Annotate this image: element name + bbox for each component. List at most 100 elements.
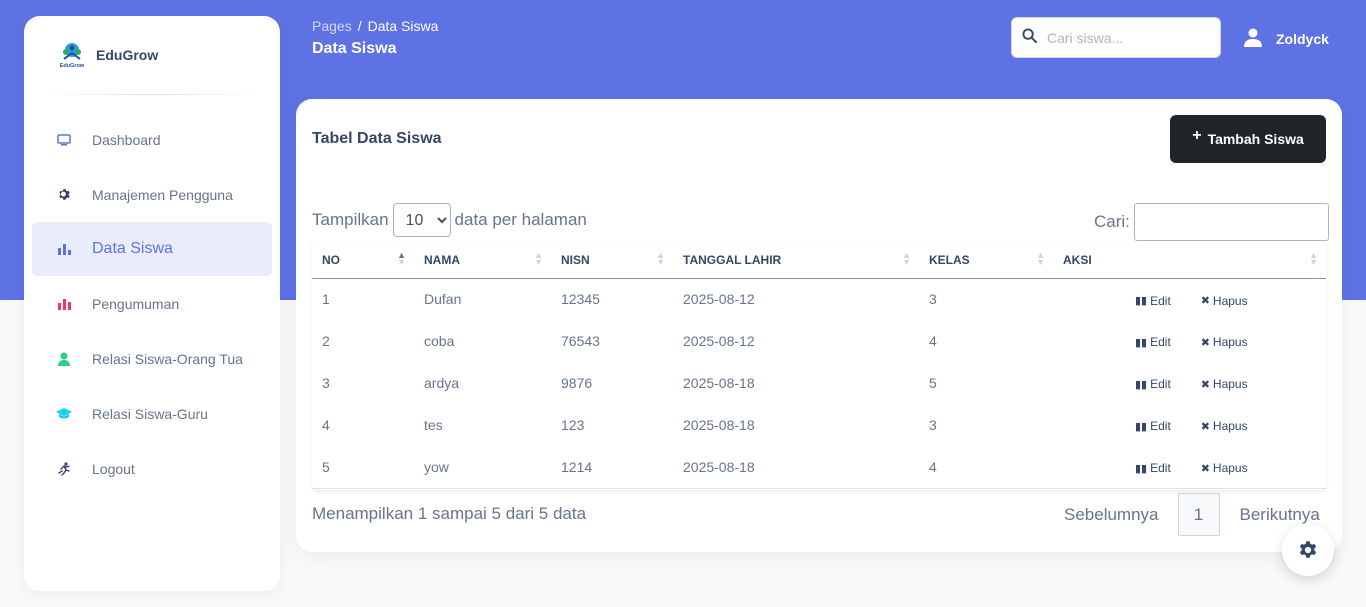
edit-button[interactable]: ▮▮ Edit: [1135, 377, 1171, 391]
edit-button[interactable]: ▮▮ Edit: [1135, 461, 1171, 475]
sidebar-item-dashboard[interactable]: Dashboard: [32, 112, 272, 167]
cell-aksi: ▮▮ Edit ✖ Hapus: [1053, 362, 1326, 404]
header-search[interactable]: [1011, 17, 1221, 58]
filter-input[interactable]: [1133, 203, 1329, 241]
edit-label: Edit: [1150, 335, 1171, 350]
sort-icon: ▲ ▼: [1036, 250, 1045, 267]
cell-aksi: ▮▮ Edit ✖ Hapus: [1053, 404, 1326, 446]
sidebar-item-manajemen-pengguna[interactable]: Manajemen Pengguna: [32, 167, 272, 222]
gear-icon: [1299, 541, 1317, 558]
edit-button[interactable]: ▮▮ Edit: [1135, 419, 1171, 433]
column-header-label: NAMA: [424, 252, 460, 267]
edit-icon: ▮▮: [1135, 378, 1148, 391]
add-student-button[interactable]: + Tambah Siswa: [1170, 115, 1326, 163]
delete-button[interactable]: ✖ Hapus: [1201, 294, 1248, 308]
delete-button[interactable]: ✖ Hapus: [1201, 377, 1248, 391]
card-title: Tabel Data Siswa: [312, 130, 442, 147]
cell-kelas: 3: [929, 417, 937, 433]
cell-nama: ardya: [424, 375, 460, 391]
user-name: Zoldyck: [1276, 31, 1329, 47]
sidebar-item-label: Manajemen Pengguna: [92, 186, 233, 203]
sidebar: EduGrow EduGrow Dashboard Manajemen Peng…: [24, 16, 280, 591]
delete-label: Hapus: [1212, 293, 1248, 308]
sidebar-item-relasi-siswa-guru[interactable]: Relasi Siswa-Guru: [32, 386, 272, 441]
user-menu[interactable]: Zoldyck: [1244, 28, 1329, 50]
sidebar-item-logout[interactable]: Logout: [32, 441, 272, 496]
cell-aksi: ▮▮ Edit ✖ Hapus: [1053, 278, 1326, 320]
edit-label: Edit: [1150, 377, 1171, 392]
table-row: 5 yow 1214 2025-08-18 4 ▮▮ Edit ✖ Hapus: [312, 446, 1326, 489]
sidebar-item-relasi-siswa-orang-tua[interactable]: Relasi Siswa-Orang Tua: [32, 331, 272, 386]
cell-nama: yow: [414, 446, 551, 489]
delete-button[interactable]: ✖ Hapus: [1201, 419, 1248, 433]
column-header-label: KELAS: [929, 252, 970, 267]
cell-nisn: 123: [561, 417, 585, 433]
add-student-label: Tambah Siswa: [1207, 131, 1304, 147]
cell-no: 2: [322, 333, 330, 349]
brand-name: EduGrow: [96, 47, 159, 63]
column-header-aksi[interactable]: AKSI ▲ ▼: [1053, 242, 1326, 279]
delete-button[interactable]: ✖ Hapus: [1201, 461, 1248, 475]
table-header-row: NO ▲ ▼ NAMA ▲ ▼ NISN ▲ ▼ TANGGAL LAHIR ▲ ▼ KELAS…: [312, 242, 1326, 279]
edit-button[interactable]: ▮▮ Edit: [1135, 294, 1171, 308]
cell-nisn: 9876: [561, 375, 593, 391]
brand[interactable]: EduGrow EduGrow: [24, 16, 280, 94]
sort-icon: ▲ ▼: [1309, 250, 1318, 267]
column-header-tanggal-lahir[interactable]: TANGGAL LAHIR ▲ ▼: [673, 242, 919, 279]
cell-tanggal-lahir: 2025-08-18: [683, 417, 755, 433]
sidebar-item-pengumuman[interactable]: Pengumuman: [32, 276, 272, 331]
sidebar-divider: [40, 94, 264, 95]
settings-button[interactable]: [1282, 524, 1334, 576]
table-row: 1 Dufan 12345 2025-08-12 3 ▮▮ Edit ✖ Hapus: [312, 278, 1326, 320]
sidebar-item-label: Relasi Siswa-Guru: [92, 405, 208, 422]
page-length-select[interactable]: 10: [392, 203, 451, 237]
column-header-nama[interactable]: NAMA ▲ ▼: [414, 242, 551, 279]
cell-no: 3: [322, 375, 330, 391]
breadcrumb-pages-link[interactable]: Pages: [312, 18, 352, 34]
cell-tanggal-lahir: 2025-08-18: [683, 375, 755, 391]
breadcrumb-separator: /: [357, 18, 362, 34]
delete-button[interactable]: ✖ Hapus: [1201, 335, 1248, 349]
sidebar-item-label: Relasi Siswa-Orang Tua: [92, 350, 243, 367]
sort-icon: ▲ ▼: [656, 250, 665, 267]
sidebar-item-label: Data Siswa: [92, 240, 173, 257]
table-row: 3 ardya 9876 2025-08-18 5 ▮▮ Edit ✖ Hapus: [312, 362, 1326, 404]
edit-button[interactable]: ▮▮ Edit: [1135, 335, 1171, 349]
edugrow-logo: EduGrow: [60, 43, 85, 69]
search-input[interactable]: [1047, 29, 1207, 46]
column-header-no[interactable]: NO ▲ ▼: [312, 242, 414, 279]
page-button-1[interactable]: 1: [1177, 493, 1220, 536]
cell-tanggal-lahir: 2025-08-18: [673, 446, 919, 489]
table-filter: Cari:: [1094, 203, 1329, 241]
edit-icon: ▮▮: [1135, 462, 1148, 475]
table-info: Menampilkan 1 sampai 5 dari 5 data: [312, 504, 587, 523]
column-header-nisn[interactable]: NISN ▲ ▼: [551, 242, 673, 279]
table-row: 2 coba 76543 2025-08-12 4 ▮▮ Edit ✖ Hapus: [312, 320, 1326, 362]
edit-icon: ▮▮: [1135, 336, 1148, 349]
delete-label: Hapus: [1212, 335, 1248, 350]
gear-icon: [56, 187, 72, 203]
prev-page-button[interactable]: Sebelumnya: [1064, 505, 1159, 525]
column-header-label: TANGGAL LAHIR: [683, 252, 782, 267]
sidebar-item-label: Pengumuman: [92, 295, 180, 312]
cell-aksi: ▮▮ Edit ✖ Hapus: [1053, 320, 1326, 362]
data-siswa-card: Tabel Data Siswa + Tambah Siswa Tampilka…: [296, 99, 1342, 552]
breadcrumb: Pages / Data Siswa: [312, 18, 438, 34]
next-page-button[interactable]: Berikutnya: [1240, 505, 1320, 525]
table-row: 4 tes 123 2025-08-18 3 ▮▮ Edit ✖ Hapus: [312, 404, 1326, 446]
delete-label: Hapus: [1212, 377, 1248, 392]
sort-icon: ▲ ▼: [902, 250, 911, 267]
column-header-label: AKSI: [1063, 252, 1092, 267]
column-header-kelas[interactable]: KELAS ▲ ▼: [919, 242, 1053, 279]
running-icon: [56, 461, 72, 477]
breadcrumb-current: Data Siswa: [367, 18, 439, 34]
delete-label: Hapus: [1212, 461, 1248, 475]
column-header-label: NO: [322, 252, 340, 267]
sidebar-item-data-siswa[interactable]: Data Siswa: [32, 222, 272, 276]
cell-nama: Dufan: [424, 291, 462, 308]
close-icon: ✖: [1200, 378, 1210, 391]
page-length-prefix: Tampilkan: [312, 210, 389, 229]
cell-nisn: 76543: [561, 333, 600, 349]
cell-kelas: 4: [919, 446, 1053, 489]
sidebar-item-label: Dashboard: [92, 131, 161, 148]
